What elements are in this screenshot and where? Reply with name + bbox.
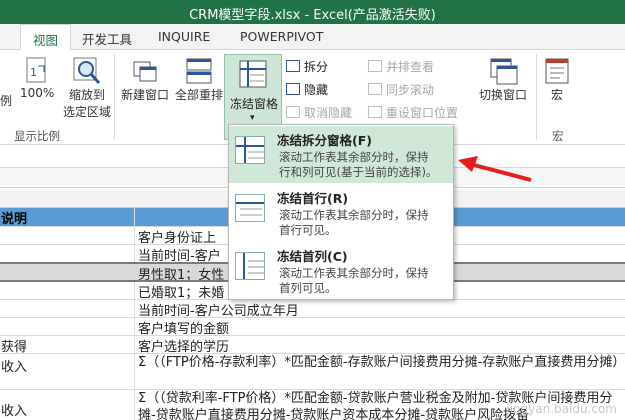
freeze-panes-icon — [239, 60, 267, 88]
excel-window: CRM模型字段.xlsx - Excel(产品激活失败) 视图 开发工具 INQ… — [0, 0, 625, 420]
hide-button[interactable]: 隐藏 — [286, 80, 328, 98]
table-cell[interactable]: 收入 — [0, 390, 135, 420]
menu-item-desc: 滚动工作表其余部分时，保持 行和列可见(基于当前的选择)。 — [279, 150, 449, 180]
zoom-selection-label-1: 缩放到 — [68, 88, 105, 102]
new-window-button[interactable]: 新建窗口 — [118, 56, 172, 103]
unhide-label: 取消隐藏 — [304, 105, 353, 120]
table-cell[interactable] — [0, 282, 135, 299]
macros-icon — [545, 58, 569, 84]
menu-item-freeze-panes[interactable]: 冻结拆分窗格(F) 滚动工作表其余部分时，保持 行和列可见(基于当前的选择)。 — [229, 126, 453, 183]
menu-item-desc-line: 首列可见。 — [279, 281, 337, 295]
menu-item-desc-line: 滚动工作表其余部分时，保持 — [279, 208, 429, 222]
side-by-side-button[interactable]: 并排查看 — [368, 57, 434, 75]
menu-item-freeze-first-column[interactable]: 冻结首列(C) 滚动工作表其余部分时，保持 首列可见。 — [229, 242, 453, 299]
table-cell[interactable]: 当前时间-客户公司成立年月 — [136, 300, 625, 317]
table-row[interactable]: 客户填写的金额 — [0, 318, 625, 336]
ribbon-tabs: 视图 开发工具 INQUIRE POWERPIVOT — [0, 24, 625, 51]
table-row[interactable]: 收入 Σ（（FTP价格-存款利率）*匹配金额-存款账户间接费用分摊-存款账户直接… — [0, 354, 625, 390]
split-label: 拆分 — [304, 59, 329, 74]
side-by-side-icon — [368, 60, 382, 72]
table-cell[interactable] — [0, 300, 135, 317]
new-window-label: 新建窗口 — [120, 88, 169, 102]
zoom-button-partial[interactable]: 例 — [0, 92, 12, 109]
table-cell[interactable]: Σ（（FTP价格-存款利率）*匹配金额-存款账户间接费用分摊-存款账户直接费用分… — [136, 354, 625, 389]
new-window-icon — [133, 61, 157, 82]
table-cell[interactable] — [0, 245, 135, 262]
reset-position-button[interactable]: 重设窗口位置 — [368, 103, 458, 121]
macros-label: 宏 — [550, 88, 563, 102]
menu-item-desc-line: 行和列可见(基于当前的选择)。 — [279, 165, 438, 179]
ribbon-separator — [536, 54, 537, 140]
table-cell[interactable]: 客户选择的学历 — [136, 336, 625, 353]
tab-developer[interactable]: 开发工具 — [82, 29, 132, 48]
reset-position-label: 重设窗口位置 — [386, 105, 459, 120]
table-cell[interactable]: 客户填写的金额 — [136, 318, 625, 335]
magnifier-icon — [73, 57, 101, 84]
tab-powerpivot[interactable]: POWERPIVOT — [240, 29, 323, 44]
freeze-panes-icon — [235, 136, 265, 164]
switch-windows-button[interactable]: 切换窗口 — [474, 56, 532, 103]
table-cell[interactable] — [0, 318, 135, 335]
menu-item-desc: 滚动工作表其余部分时，保持 首行可见。 — [279, 208, 449, 238]
hide-icon — [286, 83, 300, 95]
window-title: CRM模型字段.xlsx - Excel(产品激活失败) — [189, 8, 436, 23]
freeze-first-column-icon — [235, 252, 265, 280]
zoom-100-icon: 1 — [26, 57, 46, 83]
ribbon-separator — [114, 54, 115, 140]
sync-scroll-icon — [368, 83, 382, 95]
zoom-100-button[interactable]: 1 100% — [20, 56, 54, 100]
menu-item-desc-line: 首行可见。 — [279, 223, 337, 237]
tab-inquire[interactable]: INQUIRE — [158, 29, 210, 44]
zoom-100-label: 100% — [20, 86, 55, 100]
group-label-zoom: 显示比例 — [14, 129, 60, 143]
table-cell[interactable]: 获得 — [0, 336, 135, 353]
tab-view[interactable]: 视图 — [20, 24, 72, 51]
menu-item-desc: 滚动工作表其余部分时，保持 首列可见。 — [279, 266, 449, 296]
zoom-selection-label-2: 选定区域 — [62, 105, 111, 119]
split-icon — [286, 60, 300, 72]
menu-item-title: 冻结首行(R) — [277, 191, 349, 206]
split-button[interactable]: 拆分 — [286, 57, 328, 75]
menu-item-freeze-top-row[interactable]: 冻结首行(R) 滚动工作表其余部分时，保持 首行可见。 — [229, 184, 453, 241]
menu-item-title: 冻结首列(C) — [277, 249, 348, 264]
watermark-text: jingyan.baidu.com — [506, 402, 617, 416]
table-cell[interactable]: 说明 — [0, 208, 135, 226]
arrange-all-label: 全部重排 — [174, 88, 223, 102]
unhide-icon — [286, 106, 300, 118]
dropdown-arrow-icon: ▾ — [250, 113, 255, 123]
menu-item-desc-line: 滚动工作表其余部分时，保持 — [279, 150, 429, 164]
sync-scroll-button[interactable]: 同步滚动 — [368, 80, 434, 98]
zoom-to-selection-button[interactable]: 缩放到 选定区域 — [62, 56, 112, 120]
freeze-panes-menu: 冻结拆分窗格(F) 滚动工作表其余部分时，保持 行和列可见(基于当前的选择)。 … — [228, 124, 454, 300]
zoom-label-partial: 例 — [0, 94, 13, 108]
title-bar: CRM模型字段.xlsx - Excel(产品激活失败) — [0, 0, 625, 24]
table-cell[interactable] — [0, 264, 135, 280]
menu-item-desc-line: 滚动工作表其余部分时，保持 — [279, 266, 429, 280]
red-arrow-annotation — [458, 156, 532, 182]
table-row[interactable]: 获得 客户选择的学历 — [0, 336, 625, 354]
switch-windows-label: 切换窗口 — [478, 88, 527, 102]
menu-item-title: 冻结拆分窗格(F) — [277, 133, 372, 148]
arrange-all-icon — [186, 58, 212, 84]
arrange-all-button[interactable]: 全部重排 — [172, 56, 226, 103]
switch-windows-icon — [490, 58, 518, 85]
hide-label: 隐藏 — [304, 82, 329, 97]
side-by-side-label: 并排查看 — [386, 59, 435, 74]
freeze-panes-label: 冻结窗格 — [229, 97, 278, 111]
unhide-button[interactable]: 取消隐藏 — [286, 103, 352, 121]
table-cell[interactable]: 收入 — [0, 354, 135, 389]
svg-text:1: 1 — [30, 66, 37, 79]
group-label-macros: 宏 — [552, 129, 564, 143]
reset-position-icon — [368, 106, 382, 118]
macros-button[interactable]: 宏 — [540, 56, 574, 103]
freeze-top-row-icon — [235, 194, 265, 222]
table-row[interactable]: 当前时间-客户公司成立年月 — [0, 300, 625, 318]
table-cell[interactable] — [0, 227, 135, 244]
sync-scroll-label: 同步滚动 — [386, 82, 435, 97]
